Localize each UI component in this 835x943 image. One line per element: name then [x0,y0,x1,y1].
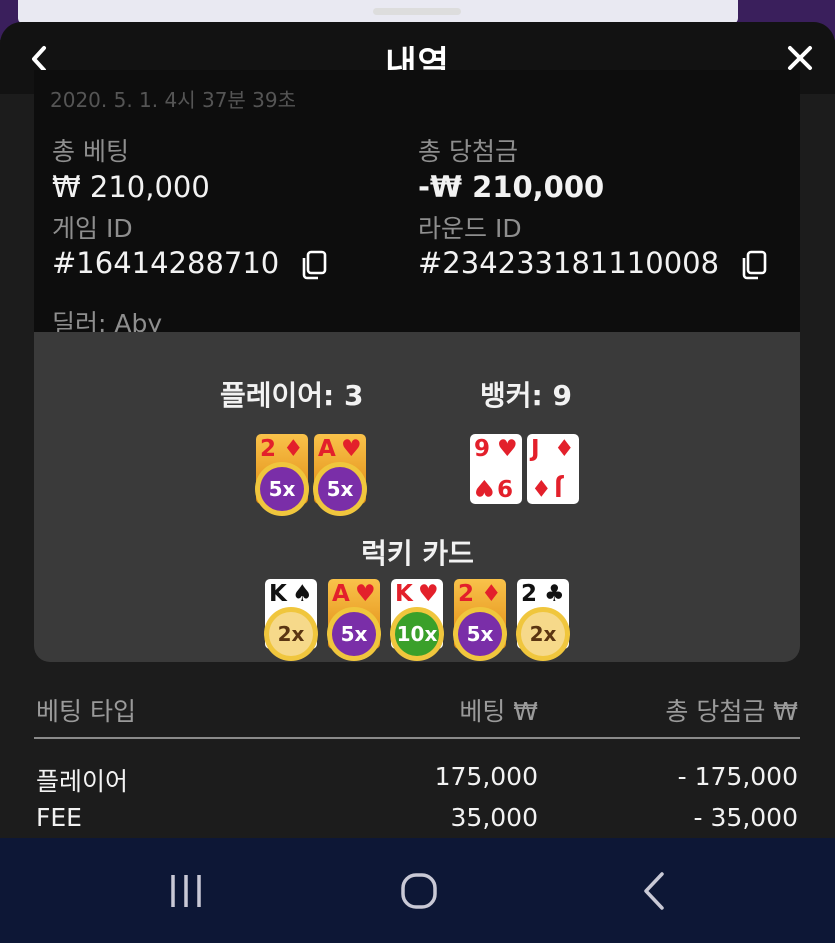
card-rank: 2 [260,436,277,462]
card-suit: ♥ [341,436,362,462]
card-rank: K [269,581,287,607]
round-id-label: 라운드 ID [418,214,522,243]
card-suit: ♥ [497,436,518,462]
card-rank: J [531,436,540,462]
multiplier-text: 2x [529,622,557,646]
total-bet-label: 총 베팅 [52,137,129,166]
card-rank: A [332,581,350,607]
multiplier-badge: 5x [313,462,367,516]
card-rank: 9 [474,436,491,462]
multiplier-text: 5x [340,622,368,646]
multiplier-badge: 5x [453,607,507,661]
banker-card-1: 9 ♥ 9 ♥ [470,434,522,504]
bet-amount-cell: 35,000 [450,803,538,832]
card-suit: ♦ [554,436,575,462]
card-rank: A [318,436,336,462]
home-icon[interactable] [389,866,449,916]
round-timestamp: 2020. 5. 1. 4시 37분 39초 [50,88,297,112]
card-rank: 2 [521,581,538,607]
multiplier-text: 2x [277,622,305,646]
card-suit: ♥ [355,581,376,607]
lucky-cards-title: 럭키 카드 [361,537,474,570]
card-suit: ♦ [283,436,304,462]
card-suit-bottom: ♥ [474,474,495,500]
multiplier-badge: 2x [264,607,318,661]
card-suit: ♣ [544,581,565,607]
lucky-card-3: K ♥ 10x [390,579,444,661]
banker-card-2: J ♦ J ♦ [527,434,579,504]
bet-type-cell: 플레이어 [36,767,129,796]
back-icon[interactable] [624,866,684,916]
column-header-bet-type: 베팅 타입 [36,697,136,726]
multiplier-text: 5x [466,622,494,646]
total-win-label: 총 당첨금 [418,137,518,166]
card-rank-bottom: J [554,474,563,500]
lucky-card-2: A ♥ 5x [327,579,381,661]
win-amount-cell: - 175,000 [677,762,798,791]
total-bet-value: ₩ 210,000 [52,170,210,204]
player-card-1: 2 ♦ 5x [255,434,309,516]
sheet-drag-handle[interactable] [373,8,461,15]
total-win-value: -₩ 210,000 [418,170,605,204]
round-id-row: #234233181110008 [418,246,768,280]
lucky-card-4: 2 ♦ 5x [453,579,507,661]
multiplier-text: 5x [268,477,296,501]
card-suit: ♠ [292,581,313,607]
card-rank-bottom: 9 [497,474,514,500]
player-card-2: A ♥ 5x [313,434,367,516]
copy-icon[interactable] [300,250,328,280]
win-amount-cell: - 35,000 [693,803,798,832]
lucky-card-5: 2 ♣ 2x [516,579,570,661]
multiplier-text: 10x [396,622,438,646]
multiplier-badge: 5x [327,607,381,661]
lucky-card-1: K ♠ 2x [264,579,318,661]
system-navigation-bar [0,838,835,943]
game-id-value: #16414288710 [52,246,280,280]
banker-score: 뱅커: 9 [480,379,572,412]
card-suit: ♦ [481,581,502,607]
multiplier-badge: 5x [255,462,309,516]
table-divider [34,737,800,739]
copy-icon[interactable] [740,250,768,280]
card-rank: 2 [458,581,475,607]
game-id-label: 게임 ID [52,214,133,243]
multiplier-badge: 10x [390,607,444,661]
card-suit-bottom: ♦ [531,474,552,500]
column-header-bet: 베팅 ₩ [459,697,538,726]
card-suit: ♥ [418,581,439,607]
game-id-row: #16414288710 [52,246,328,280]
column-header-win: 총 당첨금 ₩ [665,697,798,726]
multiplier-badge: 2x [516,607,570,661]
round-id-value: #234233181110008 [418,246,720,280]
player-score: 플레이어: 3 [220,379,364,412]
recent-apps-icon[interactable] [156,866,216,916]
card-rank: K [395,581,413,607]
bet-amount-cell: 175,000 [434,762,538,791]
bet-type-cell: FEE [36,803,82,832]
multiplier-text: 5x [326,477,354,501]
